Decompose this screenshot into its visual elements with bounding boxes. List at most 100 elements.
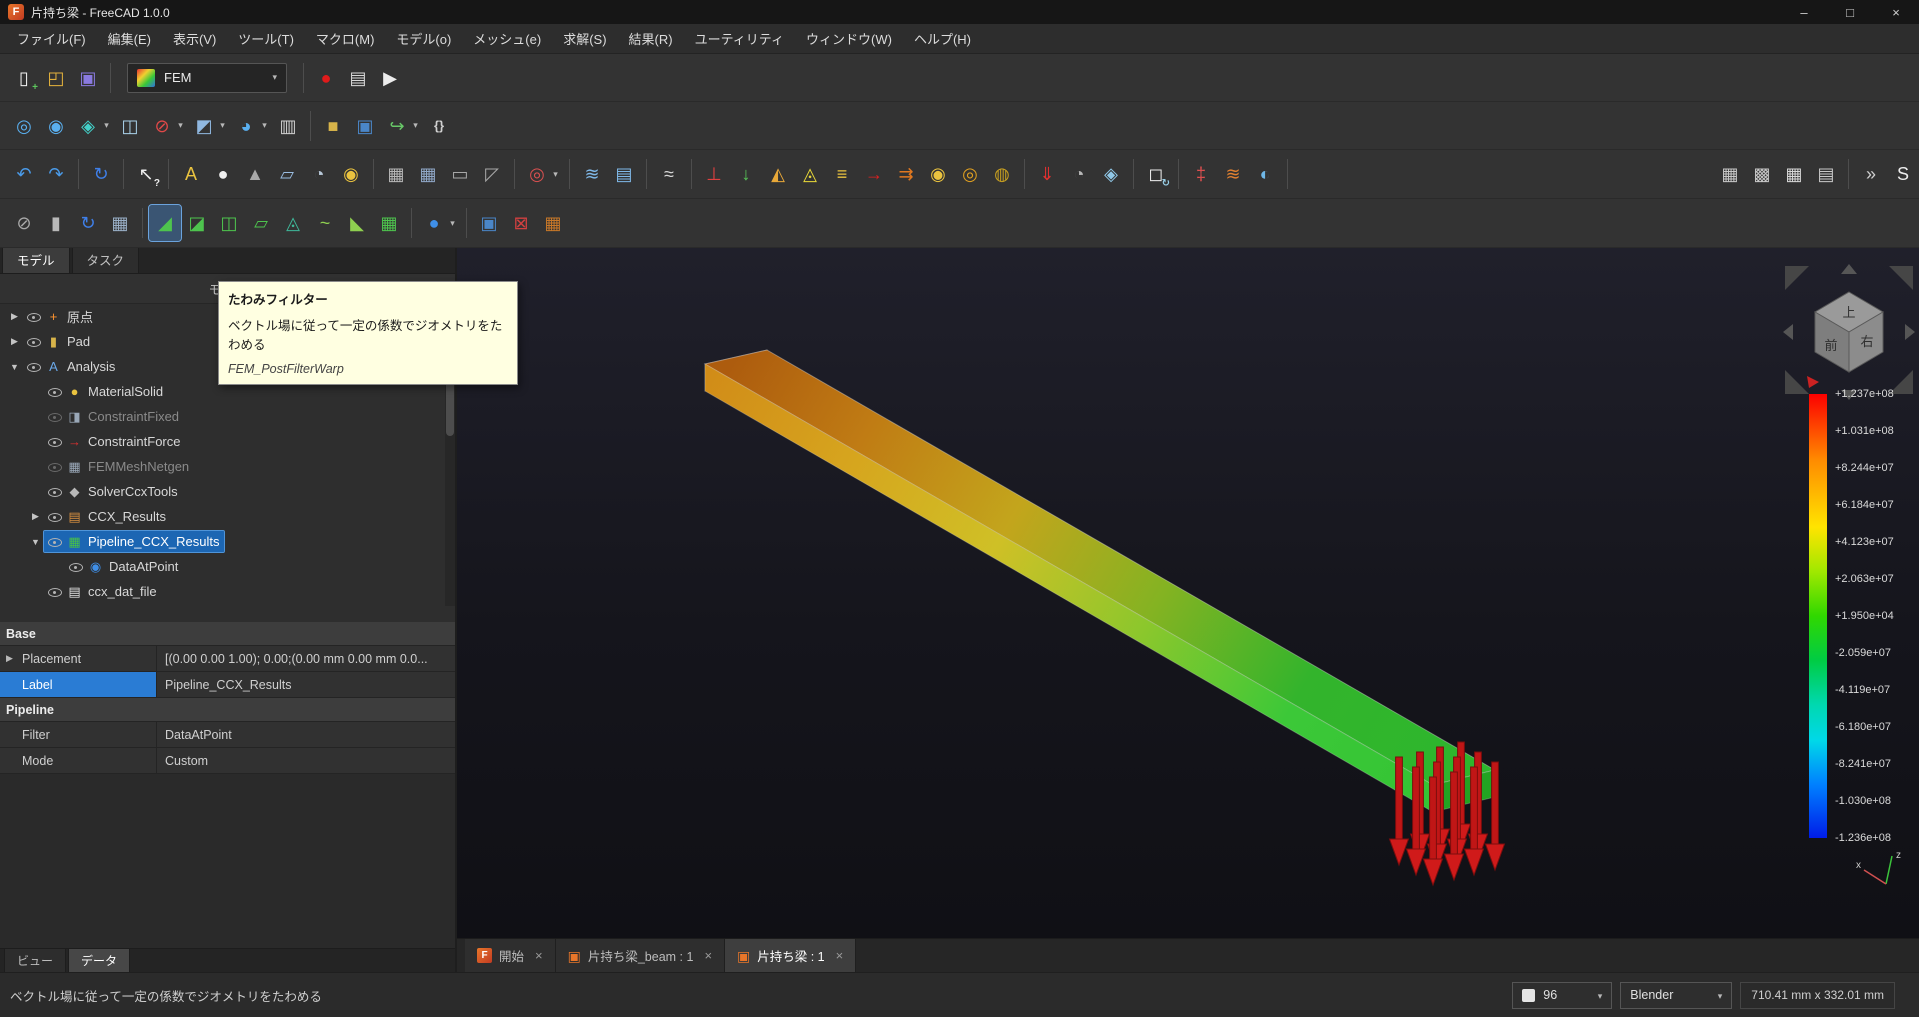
visibility-eye-icon[interactable] <box>48 460 62 473</box>
view-appearance-button[interactable]: ◩ <box>188 108 220 144</box>
expander-icon[interactable]: ▶ <box>6 336 23 347</box>
document-tab-片持ち梁_beam : 1[interactable]: ▣ 片持ち梁_beam : 1 × <box>555 939 726 972</box>
zoom-tools-button[interactable]: ◕ <box>230 108 262 144</box>
contours-filter-button[interactable]: ◬ <box>277 205 309 241</box>
constraint-self-weight-button[interactable]: ⇓ <box>1031 156 1063 192</box>
constraint-pressure-button[interactable]: ⇉ <box>890 156 922 192</box>
constraint-displacement-button[interactable]: ↓ <box>730 156 762 192</box>
constraint-spring-button[interactable]: ≡ <box>826 156 858 192</box>
document-tab-片持ち梁 : 1[interactable]: ▣ 片持ち梁 : 1 × <box>725 939 857 972</box>
expander-icon[interactable]: ▶ <box>27 511 44 522</box>
visibility-eye-icon[interactable] <box>27 310 41 323</box>
mesh-display-elements-button[interactable]: ▤ <box>1810 156 1842 192</box>
constraint-bearing-button[interactable]: ◉ <box>922 156 954 192</box>
zoom-fit-all-button[interactable]: ◎ <box>8 108 40 144</box>
undo-button[interactable]: ↶ <box>8 156 40 192</box>
tree-item-data-at-point[interactable]: ◉ DataAtPoint <box>0 554 444 579</box>
constraint-generic-button[interactable]: ◈ <box>1095 156 1127 192</box>
linearized-stresses-button[interactable]: ◣ <box>341 205 373 241</box>
create-part-button[interactable]: ■ <box>317 108 349 144</box>
property-value-Mode[interactable]: Custom <box>157 748 455 773</box>
workbench-selector[interactable]: FEM ▾ <box>127 62 287 93</box>
create-analysis-button[interactable]: A <box>175 156 207 192</box>
measurement-button[interactable]: ▥ <box>272 108 304 144</box>
close-button[interactable]: × <box>1873 0 1919 24</box>
tree-item-fem-mesh-netgen[interactable]: ▦ FEMMeshNetgen <box>0 454 444 479</box>
visibility-eye-icon[interactable] <box>48 410 62 423</box>
navcube-corner-icon[interactable] <box>1889 266 1913 290</box>
constraint-pulley-button[interactable]: ◍ <box>986 156 1018 192</box>
tab-モデル[interactable]: モデル <box>2 245 70 273</box>
constraint-initial-temperature-button[interactable]: ◐ <box>1249 156 1281 192</box>
close-tab-icon[interactable]: × <box>535 948 543 963</box>
mesh-group-button[interactable]: ◸ <box>476 156 508 192</box>
tree-item-constraint-fixed[interactable]: ◨ ConstraintFixed <box>0 404 444 429</box>
make-link-button[interactable]: ↪ <box>381 108 413 144</box>
view-isometric-button[interactable]: ◈ <box>72 108 104 144</box>
maximize-button[interactable]: □ <box>1827 0 1873 24</box>
macro-dialog-button[interactable]: ▤ <box>342 60 374 96</box>
tab-データ[interactable]: データ <box>68 949 131 973</box>
navigation-style-selector[interactable]: Blender <box>1620 981 1733 1009</box>
constraint-flow-velocity-button[interactable]: ≈ <box>653 156 685 192</box>
property-value-Placement[interactable]: [(0.00 0.00 1.00); 0.00;(0.00 mm 0.00 mm… <box>157 646 455 671</box>
property-group-Base[interactable]: Base <box>0 622 455 646</box>
tree-item-ccx-dat-file[interactable]: ▤ ccx_dat_file <box>0 579 444 604</box>
toolbar-overflow-button[interactable]: » <box>1855 156 1887 192</box>
redo-button[interactable]: ↷ <box>40 156 72 192</box>
open-document-button[interactable]: ◰ <box>40 60 72 96</box>
display-scale-selector[interactable]: 96 <box>1512 981 1613 1009</box>
visibility-eye-icon[interactable] <box>27 360 41 373</box>
navigation-cube[interactable]: 上 前 右 <box>1779 260 1919 400</box>
constraint-transform-button[interactable]: ◻ ↻ <box>1140 156 1172 192</box>
constraint-tie-button[interactable]: ◬ <box>794 156 826 192</box>
tree-item-solver-ccx-tools[interactable]: ◆ SolverCcxTools <box>0 479 444 504</box>
visibility-eye-icon[interactable] <box>48 435 62 448</box>
mesh-display-nodes-button[interactable]: ▦ <box>1778 156 1810 192</box>
property-name-Mode[interactable]: Mode <box>0 748 157 773</box>
visibility-eye-icon[interactable] <box>48 385 62 398</box>
visibility-eye-icon[interactable] <box>48 485 62 498</box>
view-align-button[interactable]: ◫ <box>114 108 146 144</box>
material-solid-button[interactable]: ● <box>207 156 239 192</box>
std-views-button[interactable]: S <box>1887 156 1919 192</box>
menu-ウィンドウ(W)[interactable]: ウィンドウ(W) <box>795 24 903 53</box>
close-tab-icon[interactable]: × <box>836 948 844 963</box>
menu-ツール(T)[interactable]: ツール(T) <box>227 24 305 53</box>
element-fluid-1d-button[interactable]: ≋ <box>576 156 608 192</box>
post-cylinder-cut-button[interactable]: ▮ <box>40 205 72 241</box>
constraint-gear-button[interactable]: ◎ <box>954 156 986 192</box>
constraint-contact-button[interactable]: ◭ <box>762 156 794 192</box>
expander-icon[interactable]: ▶ <box>6 311 23 322</box>
constraint-fixed-button[interactable]: ⊥ <box>698 156 730 192</box>
visibility-eye-icon[interactable] <box>69 560 83 573</box>
tab-ビュー[interactable]: ビュー <box>4 949 67 973</box>
menu-マクロ(M)[interactable]: マクロ(M) <box>305 24 386 53</box>
visibility-eye-icon[interactable] <box>48 585 62 598</box>
equations-button[interactable]: ◎ <box>521 156 553 192</box>
post-functions-button[interactable]: ● <box>418 205 450 241</box>
expander-icon[interactable]: ▼ <box>6 362 23 372</box>
property-value-Filter[interactable]: DataAtPoint <box>157 722 455 747</box>
visibility-eye-icon[interactable] <box>48 535 62 548</box>
visibility-eye-icon[interactable] <box>48 510 62 523</box>
navcube-up-arrow-icon[interactable] <box>1841 264 1857 274</box>
tree-item-pipeline-ccx-results[interactable]: ▼ ▦ Pipeline_CCX_Results <box>0 529 444 554</box>
glyph-filter-button[interactable]: ▣ <box>473 205 505 241</box>
delete-results-button[interactable]: ⊠ <box>505 205 537 241</box>
create-group-button[interactable]: ▣ <box>349 108 381 144</box>
navcube-corner-icon[interactable] <box>1785 266 1809 290</box>
macro-record-button[interactable]: ● <box>310 60 342 96</box>
menu-ファイル(F)[interactable]: ファイル(F) <box>6 24 97 53</box>
warp-filter-button[interactable]: ◢ <box>148 204 182 242</box>
post-data-table-button[interactable]: ▦ <box>104 205 136 241</box>
visibility-eye-icon[interactable] <box>27 335 41 348</box>
menu-表示(V)[interactable]: 表示(V) <box>162 24 227 53</box>
scalar-clip-filter-button[interactable]: ◫ <box>213 205 245 241</box>
3d-viewport[interactable]: 上 前 右 +1.237e+08 +1.031e+08 +8.244e+07 +6.1… <box>457 248 1919 938</box>
macro-execute-button[interactable]: ▶ <box>374 60 406 96</box>
menu-結果(R)[interactable]: 結果(R) <box>618 24 684 53</box>
material-editor-button[interactable]: ◉ <box>335 156 367 192</box>
constraint-force-button[interactable]: → <box>858 156 890 192</box>
result-beam-mesh[interactable] <box>703 349 1497 813</box>
